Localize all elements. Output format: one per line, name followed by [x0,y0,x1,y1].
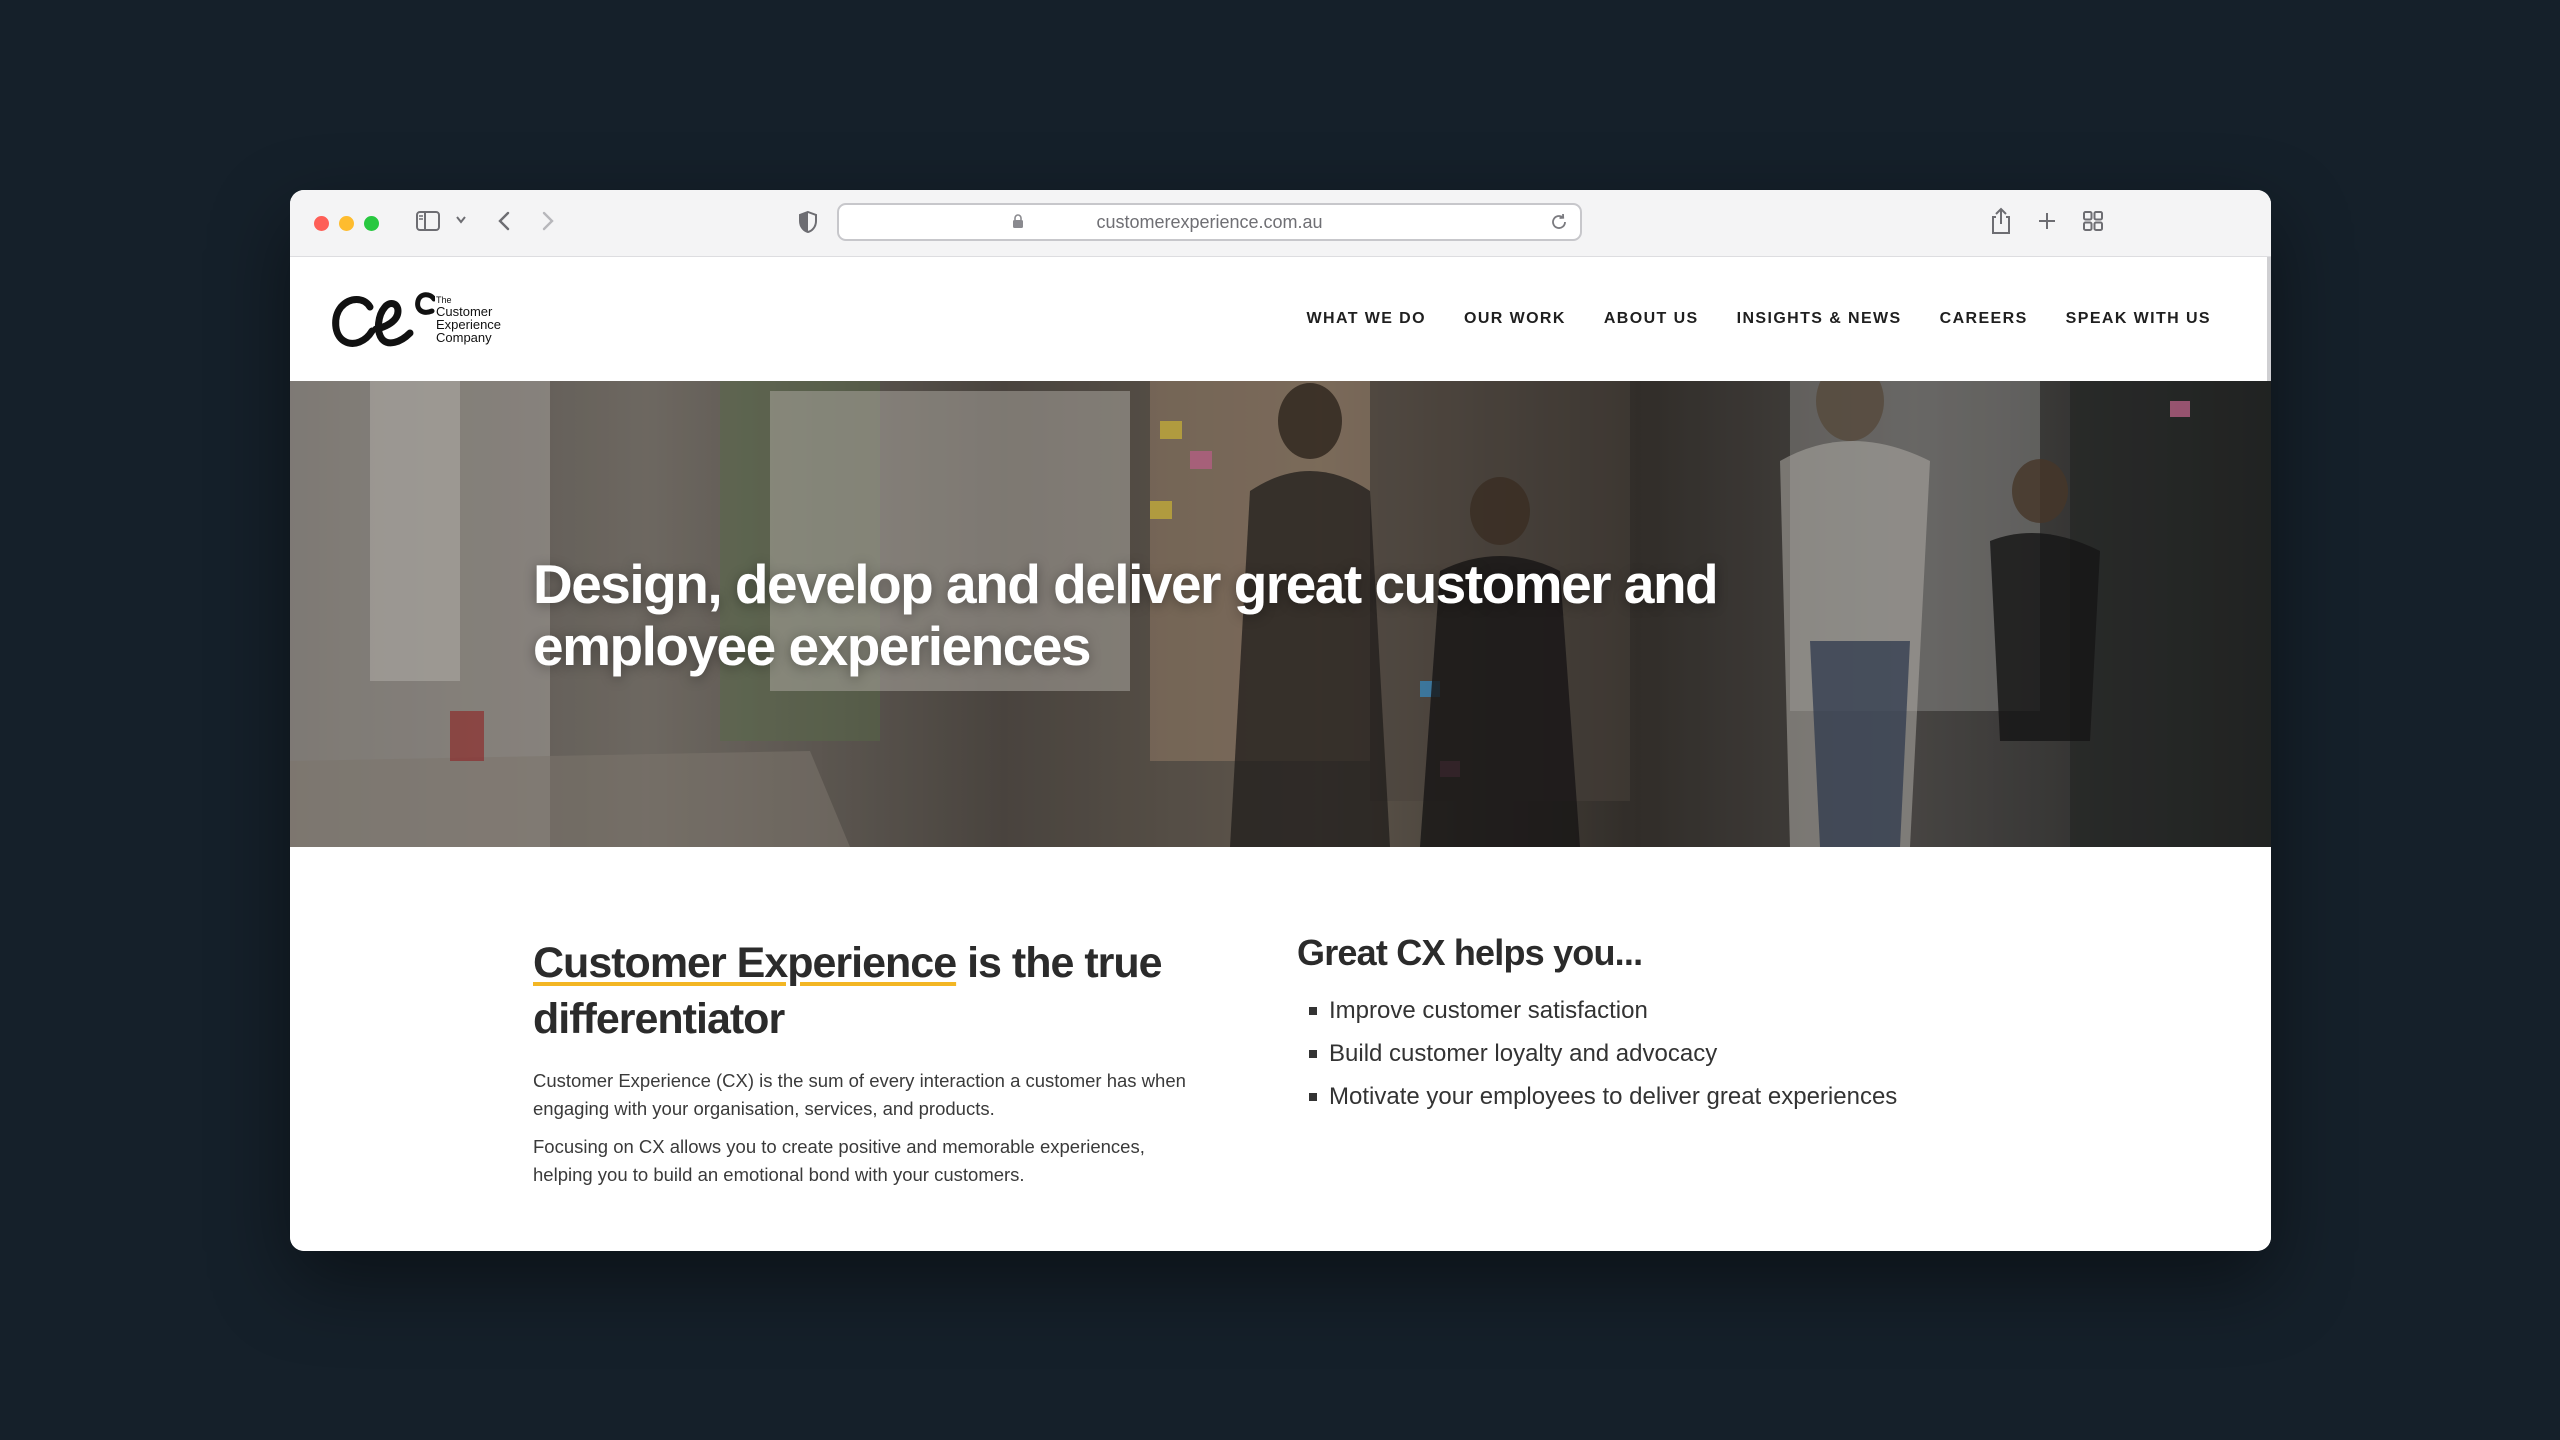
list-item: Improve customer satisfaction [1297,989,2077,1032]
browser-window: customerexperience.com.au The Customer E… [290,190,2271,1251]
new-tab-icon[interactable] [2036,210,2058,232]
company-logo[interactable]: The Customer Experience Company [330,289,530,353]
logo-wordmark: The Customer Experience Company [436,295,501,344]
sidebar-icon[interactable] [416,211,440,231]
main-content: Customer Experience is the true differen… [290,847,2271,1251]
page-scrollbar[interactable] [2267,257,2271,381]
main-nav: WHAT WE DO OUR WORK ABOUT US INSIGHTS & … [1307,257,2211,381]
benefits-heading: Great CX helps you... [1297,932,1643,973]
hero-banner: Design, develop and deliver great custom… [290,381,2271,847]
nav-what-we-do[interactable]: WHAT WE DO [1307,310,1426,328]
hero-title: Design, develop and deliver great custom… [533,553,1719,677]
site-header: The Customer Experience Company WHAT WE … [290,257,2271,381]
intro-heading: Customer Experience is the true differen… [533,935,1193,1047]
nav-speak-with-us[interactable]: SPEAK WITH US [2066,310,2211,328]
intro-paragraph-2: Focusing on CX allows you to create posi… [533,1136,1145,1185]
benefits-section: Great CX helps you... Improve customer s… [1297,929,2077,1118]
list-item: Build customer loyalty and advocacy [1297,1032,2077,1075]
intro-section: Customer Experience is the true differen… [533,935,1193,1189]
tab-overview-icon[interactable] [2082,210,2104,232]
logo-line-4: Company [436,330,492,345]
intro-paragraph-1: Customer Experience (CX) is the sum of e… [533,1070,1186,1119]
minimize-window-button[interactable] [339,216,354,231]
browser-toolbar: customerexperience.com.au [290,190,2271,257]
benefits-list: Improve customer satisfaction Build cust… [1297,989,2077,1118]
chevron-down-icon[interactable] [455,213,467,227]
nav-careers[interactable]: CAREERS [1940,310,2028,328]
url-text: customerexperience.com.au [1096,212,1323,232]
forward-icon[interactable] [540,210,556,232]
intro-heading-highlight: Customer Experience [533,939,957,987]
list-item: Motivate your employees to deliver great… [1297,1075,2077,1118]
close-window-button[interactable] [314,216,329,231]
reload-icon[interactable] [1548,211,1570,233]
address-bar[interactable]: customerexperience.com.au [837,203,1582,241]
nav-our-work[interactable]: OUR WORK [1464,310,1566,328]
zoom-window-button[interactable] [364,216,379,231]
nav-insights-news[interactable]: INSIGHTS & NEWS [1737,310,1902,328]
cec-logo-mark-icon [332,292,435,347]
nav-about-us[interactable]: ABOUT US [1604,310,1699,328]
share-icon[interactable] [1990,207,2012,235]
privacy-shield-icon[interactable] [798,210,818,234]
back-icon[interactable] [496,210,512,232]
